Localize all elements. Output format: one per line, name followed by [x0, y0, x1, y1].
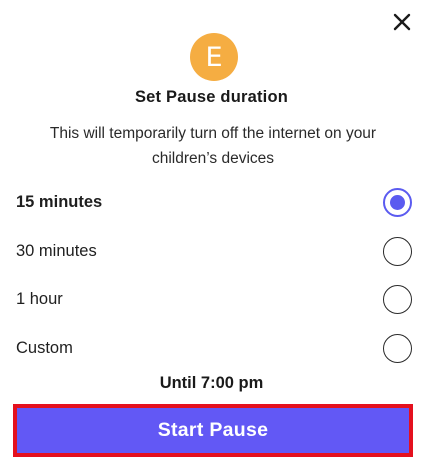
- option-15-minutes[interactable]: 15 minutes: [0, 180, 423, 224]
- option-label: 30 minutes: [16, 241, 97, 260]
- radio-button[interactable]: [383, 333, 412, 363]
- option-label: Custom: [16, 338, 73, 357]
- pause-duration-dialog: E Set Pause duration This will temporari…: [0, 0, 423, 467]
- option-1-hour[interactable]: 1 hour: [0, 277, 423, 321]
- start-pause-button[interactable]: Start Pause: [13, 404, 413, 457]
- radio-button[interactable]: [383, 284, 412, 314]
- option-label: 1 hour: [16, 289, 63, 308]
- option-30-minutes[interactable]: 30 minutes: [0, 229, 423, 273]
- dialog-subtitle: This will temporarily turn off the inter…: [49, 125, 377, 167]
- radio-button[interactable]: [383, 236, 412, 266]
- radio-button-selected[interactable]: [383, 187, 412, 217]
- close-icon: [393, 13, 411, 31]
- close-button[interactable]: [388, 8, 416, 36]
- start-pause-label: Start Pause: [157, 419, 269, 441]
- avatar: E: [190, 33, 238, 81]
- until-time-text: Until 7:00 pm: [159, 374, 264, 392]
- radio-dot: [390, 194, 405, 210]
- avatar-letter: E: [205, 41, 223, 73]
- option-custom[interactable]: Custom: [0, 326, 423, 370]
- dialog-title: Set Pause duration: [134, 88, 289, 106]
- option-label: 15 minutes: [16, 192, 103, 211]
